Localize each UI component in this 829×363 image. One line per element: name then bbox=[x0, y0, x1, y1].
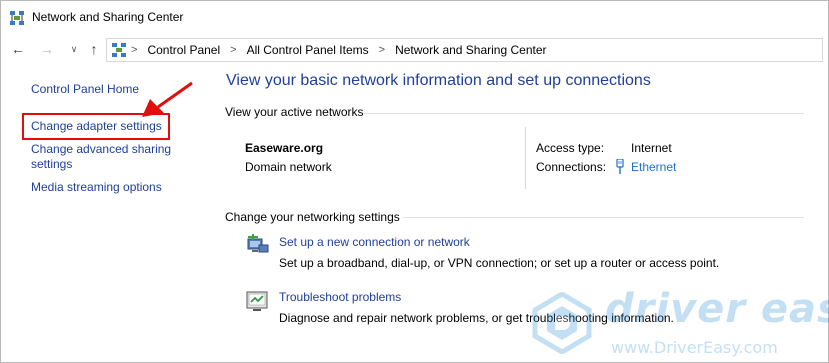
change-advanced-sharing-link[interactable]: Change advanced sharing settings bbox=[31, 142, 191, 172]
ethernet-link[interactable]: Ethernet bbox=[631, 160, 676, 174]
ethernet-icon bbox=[616, 159, 624, 174]
troubleshoot-icon bbox=[246, 291, 268, 311]
watermark-url: www.DriverEasy.com bbox=[611, 338, 778, 357]
network-setup-icon bbox=[247, 234, 269, 253]
troubleshoot-problems-link[interactable]: Troubleshoot problems bbox=[279, 290, 401, 304]
driver-easy-logo-icon bbox=[532, 292, 592, 354]
networking-settings-heading: Change your networking settings bbox=[225, 210, 400, 224]
breadcrumb-network-center[interactable]: Network and Sharing Center bbox=[395, 43, 546, 57]
control-panel-home-link[interactable]: Control Panel Home bbox=[31, 82, 139, 97]
page-title: View your basic network information and … bbox=[226, 72, 651, 89]
back-arrow-icon[interactable]: ← bbox=[9, 40, 27, 58]
breadcrumb-separator-icon: > bbox=[230, 44, 237, 56]
divider bbox=[525, 127, 526, 189]
explorer-window: Network and Sharing Center ← → ∨ ↑ > Con… bbox=[0, 0, 829, 363]
access-type-value: Internet bbox=[631, 141, 672, 155]
breadcrumb-separator-icon: > bbox=[378, 44, 386, 56]
setup-connection-link[interactable]: Set up a new connection or network bbox=[279, 235, 470, 249]
navigation-bar: ← → ∨ ↑ > Control Panel > All Control Pa… bbox=[1, 36, 828, 64]
up-arrow-icon[interactable]: ↑ bbox=[85, 40, 103, 58]
network-name: Easeware.org bbox=[245, 141, 324, 155]
window-title: Network and Sharing Center bbox=[32, 10, 184, 24]
breadcrumb-all-items[interactable]: All Control Panel Items bbox=[247, 43, 369, 57]
forward-arrow-icon[interactable]: → bbox=[38, 40, 56, 58]
active-networks-heading: View your active networks bbox=[225, 105, 364, 119]
watermark: driver easy www.DriverEasy.com bbox=[531, 286, 829, 362]
address-bar[interactable]: > Control Panel > All Control Panel Item… bbox=[106, 38, 823, 62]
breadcrumb-separator-icon: > bbox=[131, 44, 138, 56]
divider bbox=[403, 217, 804, 218]
connections-label: Connections: bbox=[536, 160, 607, 174]
network-type: Domain network bbox=[245, 160, 332, 174]
divider bbox=[363, 113, 804, 114]
breadcrumb: > Control Panel > All Control Panel Item… bbox=[131, 43, 547, 57]
breadcrumb-control-panel[interactable]: Control Panel bbox=[147, 43, 220, 57]
setup-connection-description: Set up a broadband, dial-up, or VPN conn… bbox=[279, 256, 720, 270]
recent-locations-chevron-icon[interactable]: ∨ bbox=[65, 40, 83, 58]
pointer-arrow-icon bbox=[142, 81, 193, 117]
control-panel-icon bbox=[112, 43, 126, 57]
watermark-brand: driver easy bbox=[605, 286, 829, 332]
media-streaming-link[interactable]: Media streaming options bbox=[31, 180, 162, 195]
network-center-icon bbox=[10, 11, 24, 25]
title-bar: Network and Sharing Center bbox=[1, 1, 828, 35]
access-type-label: Access type: bbox=[536, 141, 605, 155]
